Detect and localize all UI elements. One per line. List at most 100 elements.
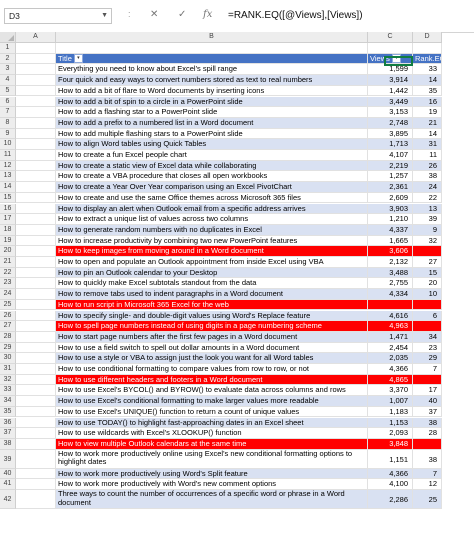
title-cell[interactable]: How to use Excel's UNIQUE() function to … <box>56 406 368 418</box>
title-cell[interactable]: How to spell page numbers instead of usi… <box>56 321 368 332</box>
views-cell[interactable]: 1,007 <box>368 396 413 407</box>
row-header[interactable]: 22 <box>0 267 16 279</box>
rank-cell[interactable]: 25 <box>413 490 442 509</box>
rank-cell[interactable]: 26 <box>413 160 442 172</box>
views-cell[interactable]: 4,107 <box>368 150 413 161</box>
row-header[interactable]: 21 <box>0 257 16 268</box>
rank-cell[interactable]: 12 <box>413 479 442 490</box>
rank-cell[interactable]: 38 <box>413 417 442 429</box>
row-header[interactable]: 30 <box>0 353 16 364</box>
rank-cell[interactable]: 6 <box>413 310 442 322</box>
title-cell[interactable]: How to use different headers and footers… <box>56 374 368 386</box>
title-cell[interactable]: How to extract a unique list of values a… <box>56 214 368 225</box>
row-header[interactable]: 41 <box>0 479 16 490</box>
rank-cell[interactable]: 7 <box>413 364 442 375</box>
rank-cell[interactable]: 13 <box>413 203 442 215</box>
rank-cell[interactable]: 21 <box>413 117 442 129</box>
title-cell[interactable]: How to specify single- and double-digit … <box>56 310 368 322</box>
title-cell[interactable]: How to work more productively with Word'… <box>56 479 368 490</box>
table-header-title[interactable]: Title ▾ <box>56 53 368 65</box>
cell-a[interactable] <box>16 75 56 86</box>
row-header[interactable]: 34 <box>0 396 16 407</box>
views-cell[interactable] <box>368 299 413 311</box>
row-header[interactable]: 16 <box>0 203 16 215</box>
row-header[interactable]: 2 <box>0 53 16 65</box>
name-box[interactable]: D3 ▼ <box>4 8 112 24</box>
row-header[interactable]: 36 <box>0 417 16 429</box>
title-cell[interactable]: How to add a bit of spin to a circle in … <box>56 96 368 108</box>
row-header[interactable]: 27 <box>0 321 16 332</box>
title-cell[interactable]: How to use a style or VBA to assign just… <box>56 353 368 364</box>
row-header[interactable]: 37 <box>0 428 16 439</box>
rank-cell[interactable] <box>413 374 442 386</box>
rank-cell[interactable]: 20 <box>413 278 442 290</box>
rank-cell[interactable]: 7 <box>413 468 442 480</box>
views-cell[interactable]: 4,865 <box>368 374 413 386</box>
views-cell[interactable] <box>368 43 413 54</box>
rank-cell[interactable]: 11 <box>413 150 442 161</box>
title-cell[interactable]: Everything you need to know about Excel'… <box>56 64 368 76</box>
cell-a[interactable] <box>16 160 56 172</box>
row-header[interactable]: 14 <box>0 182 16 193</box>
cell-a[interactable] <box>16 224 56 236</box>
cell-a[interactable] <box>16 64 56 76</box>
cell-a[interactable] <box>16 289 56 300</box>
cell-a[interactable] <box>16 107 56 118</box>
select-all-corner[interactable] <box>0 32 16 43</box>
views-cell[interactable]: 1,151 <box>368 449 413 469</box>
views-cell[interactable]: 3,153 <box>368 107 413 118</box>
row-header[interactable]: 26 <box>0 310 16 322</box>
rank-cell[interactable]: 14 <box>413 128 442 140</box>
rank-cell[interactable]: 40 <box>413 396 442 407</box>
title-cell[interactable]: How to add multiple flashing stars to a … <box>56 128 368 140</box>
cell-a[interactable] <box>16 428 56 439</box>
title-cell[interactable]: How to run script in Microsoft 365 Excel… <box>56 299 368 311</box>
column-header-d[interactable]: D <box>413 32 442 43</box>
row-header[interactable]: 8 <box>0 117 16 129</box>
row-header[interactable]: 13 <box>0 171 16 183</box>
views-cell[interactable]: 1,257 <box>368 171 413 183</box>
row-header[interactable]: 39 <box>0 449 16 469</box>
views-cell[interactable]: 3,903 <box>368 203 413 215</box>
title-cell[interactable]: How to work more productively using Word… <box>56 468 368 480</box>
rank-cell[interactable]: 28 <box>413 428 442 439</box>
row-header[interactable]: 20 <box>0 246 16 257</box>
views-cell[interactable]: 1,599 <box>368 64 413 76</box>
rank-cell[interactable] <box>413 321 442 332</box>
cell-a[interactable] <box>16 246 56 257</box>
title-cell[interactable]: Four quick and easy ways to convert numb… <box>56 75 368 86</box>
title-cell[interactable]: How to quickly make Excel subtotals stan… <box>56 278 368 290</box>
title-cell[interactable]: How to create a fun Excel people chart <box>56 150 368 161</box>
rank-cell[interactable]: 22 <box>413 192 442 204</box>
row-header[interactable]: 11 <box>0 150 16 161</box>
insert-function-icon[interactable]: fx <box>203 8 212 22</box>
row-header[interactable]: 3 <box>0 64 16 76</box>
views-cell[interactable]: 3,370 <box>368 385 413 397</box>
cell-a[interactable] <box>16 85 56 97</box>
title-cell[interactable]: How to keep images from moving around in… <box>56 246 368 257</box>
views-cell[interactable]: 2,035 <box>368 353 413 364</box>
row-header[interactable]: 18 <box>0 224 16 236</box>
cell-a[interactable] <box>16 374 56 386</box>
cell-a[interactable] <box>16 117 56 129</box>
rank-cell[interactable]: 9 <box>413 224 442 236</box>
rank-cell[interactable] <box>413 299 442 311</box>
title-cell[interactable]: How to use Excel's conditional formattin… <box>56 396 368 407</box>
row-header[interactable]: 7 <box>0 107 16 118</box>
filter-dropdown-icon[interactable]: ▾ <box>73 54 83 64</box>
filter-dropdown-icon[interactable]: ▾ <box>391 54 401 64</box>
rank-cell[interactable]: 38 <box>413 171 442 183</box>
rank-cell[interactable]: 39 <box>413 214 442 225</box>
views-cell[interactable]: 2,748 <box>368 117 413 129</box>
title-cell[interactable]: How to use a field switch to spell out d… <box>56 342 368 354</box>
rank-cell[interactable]: 29 <box>413 353 442 364</box>
title-cell[interactable]: How to create a VBA procedure that close… <box>56 171 368 183</box>
views-cell[interactable]: 1,153 <box>368 417 413 429</box>
cell-a[interactable] <box>16 150 56 161</box>
row-header[interactable]: 9 <box>0 128 16 140</box>
title-cell[interactable]: How to work more productively online usi… <box>56 449 368 469</box>
views-cell[interactable]: 1,665 <box>368 235 413 247</box>
row-header[interactable]: 4 <box>0 75 16 86</box>
title-cell[interactable]: How to display an alert when Outlook ema… <box>56 203 368 215</box>
row-header[interactable]: 10 <box>0 139 16 150</box>
